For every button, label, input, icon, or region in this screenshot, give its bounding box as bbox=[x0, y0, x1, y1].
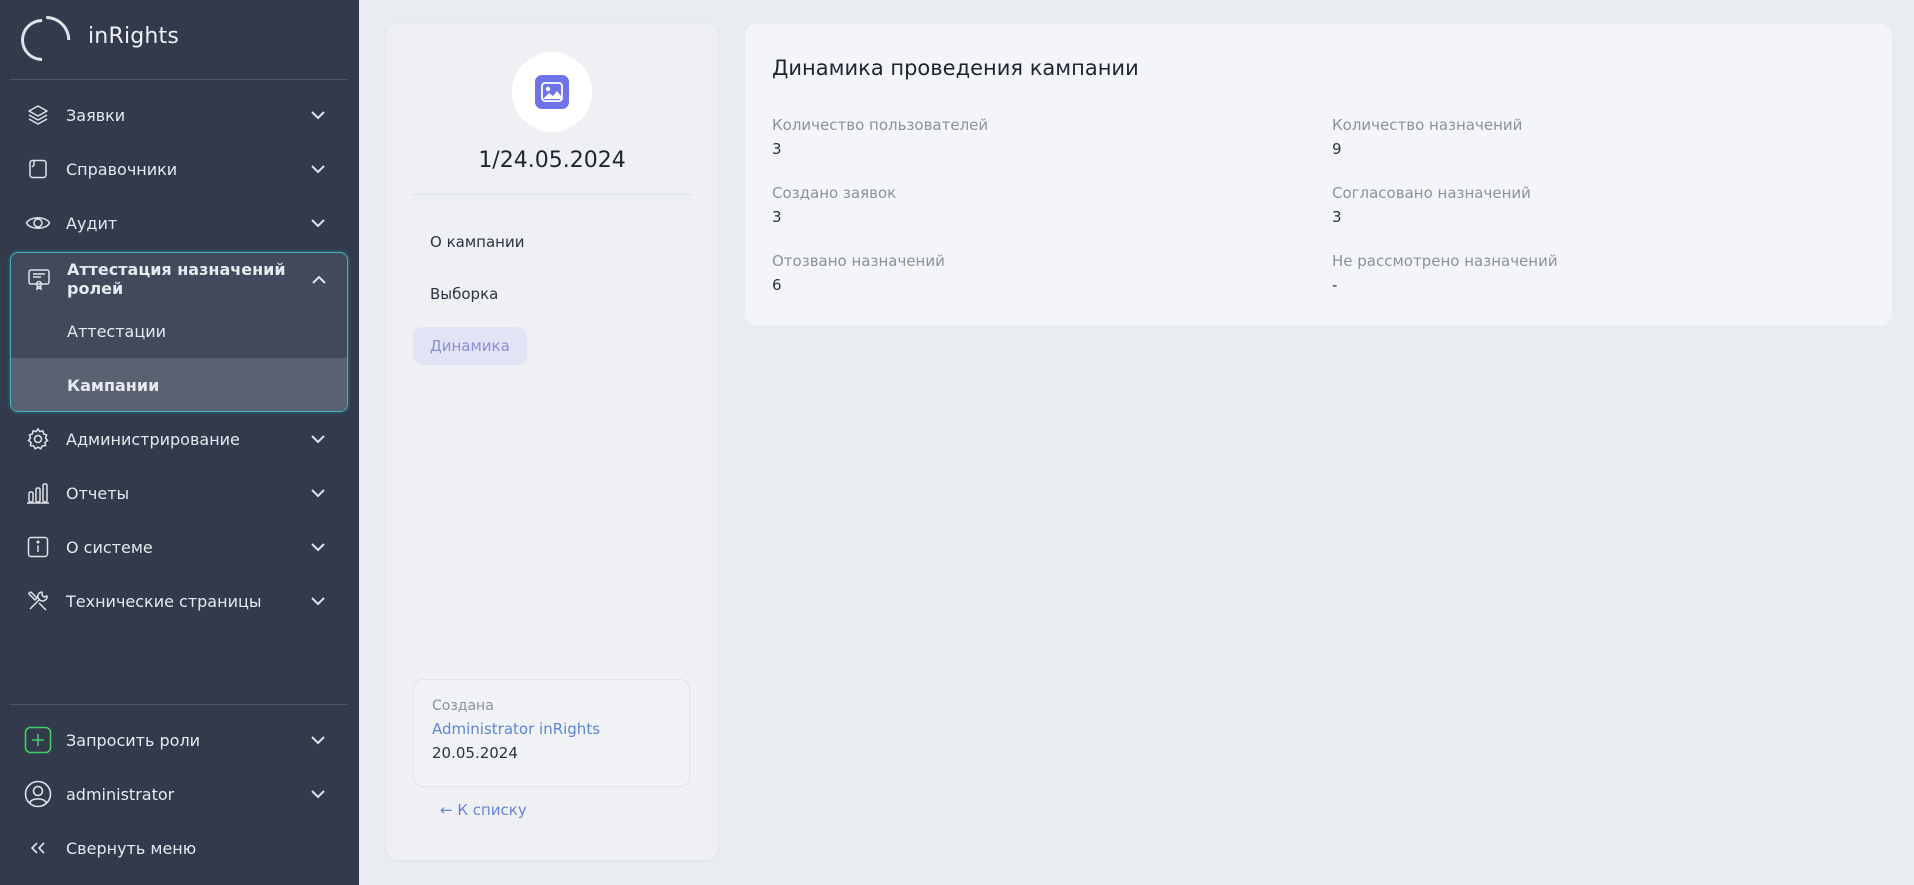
chevron-down-icon bbox=[306, 157, 330, 181]
image-icon bbox=[535, 75, 569, 109]
campaign-panel: 1/24.05.2024 О кампании Выборка Динамика… bbox=[386, 24, 718, 860]
sidebar: inRights Заявки Справочники Аудит Аттест… bbox=[0, 0, 359, 885]
divider bbox=[412, 194, 692, 195]
stat-users-count: Количество пользователей 3 bbox=[772, 116, 988, 158]
stat-assignments-approved: Согласовано назначений 3 bbox=[1332, 184, 1531, 226]
tab-about-campaign[interactable]: О кампании bbox=[413, 223, 541, 261]
created-info-card: Создана Administrator inRights 20.05.202… bbox=[413, 679, 690, 787]
eye-icon bbox=[24, 209, 52, 237]
dynamics-panel: Динамика проведения кампании Количество … bbox=[745, 24, 1892, 326]
sidebar-item-about[interactable]: О системе bbox=[10, 521, 348, 573]
stat-label: Отозвано назначений bbox=[772, 252, 945, 270]
info-icon bbox=[24, 533, 52, 561]
sidebar-item-attestation[interactable]: Аттестация назначений ролей bbox=[11, 253, 347, 305]
divider bbox=[10, 704, 348, 705]
request-roles-label: Запросить роли bbox=[66, 730, 201, 750]
stat-assignments-revoked: Отозвано назначений 6 bbox=[772, 252, 945, 294]
request-roles-button[interactable]: Запросить роли bbox=[10, 714, 348, 766]
chevron-down-icon bbox=[306, 211, 330, 235]
sidebar-subitem-attestations[interactable]: Аттестации bbox=[11, 304, 347, 358]
double-chevron-left-icon bbox=[24, 834, 52, 862]
chevron-down-icon bbox=[306, 481, 330, 505]
collapse-menu-button[interactable]: Свернуть меню bbox=[10, 822, 348, 874]
stat-label: Согласовано назначений bbox=[1332, 184, 1531, 202]
sidebar-subitem-label: Аттестации bbox=[67, 321, 167, 341]
chevron-down-icon bbox=[306, 103, 330, 127]
sidebar-item-label: Аттестация назначений ролей bbox=[67, 260, 286, 298]
created-caption: Создана bbox=[432, 698, 494, 714]
certificate-icon bbox=[25, 265, 53, 293]
tab-sample[interactable]: Выборка bbox=[413, 275, 515, 313]
sidebar-item-label: Администрирование bbox=[66, 429, 240, 449]
sidebar-item-reports[interactable]: Отчеты bbox=[10, 467, 348, 519]
chevron-down-icon bbox=[306, 782, 330, 806]
chevron-down-icon bbox=[306, 427, 330, 451]
sidebar-subitem-campaigns[interactable]: Кампании bbox=[11, 358, 347, 411]
chevron-up-icon bbox=[307, 267, 331, 291]
sidebar-item-label: О системе bbox=[66, 537, 153, 557]
stat-label: Создано заявок bbox=[772, 184, 897, 202]
book-icon bbox=[24, 155, 52, 183]
app-name: inRights bbox=[88, 24, 180, 49]
stat-label: Количество пользователей bbox=[772, 116, 989, 134]
chevron-down-icon bbox=[306, 728, 330, 752]
sidebar-item-audit[interactable]: Аудит bbox=[10, 197, 348, 249]
collapse-menu-label: Свернуть меню bbox=[66, 838, 197, 858]
stat-assignments-count: Количество назначений 9 bbox=[1332, 116, 1522, 158]
sidebar-subitem-label: Кампании bbox=[67, 375, 160, 395]
dynamics-title: Динамика проведения кампании bbox=[772, 56, 1139, 80]
campaign-title: 1/24.05.2024 bbox=[478, 148, 626, 173]
user-name: administrator bbox=[66, 784, 175, 804]
sidebar-item-label: Заявки bbox=[66, 105, 126, 125]
sidebar-item-administration[interactable]: Администрирование bbox=[10, 413, 348, 465]
sidebar-group-attestation: Аттестация назначений ролей Аттестации К… bbox=[10, 252, 348, 412]
stat-assignments-unreviewed: Не рассмотрено назначений - bbox=[1332, 252, 1558, 294]
stat-value: - bbox=[1332, 276, 1338, 294]
sidebar-item-label: Справочники bbox=[66, 159, 178, 179]
sidebar-item-label: Отчеты bbox=[66, 483, 130, 503]
logo-row[interactable]: inRights bbox=[0, 0, 359, 79]
stat-value: 3 bbox=[1332, 208, 1342, 226]
stat-value: 3 bbox=[772, 208, 782, 226]
back-to-list-link[interactable]: ← К списку bbox=[440, 801, 527, 819]
stat-requests-created: Создано заявок 3 bbox=[772, 184, 896, 226]
stat-label: Количество назначений bbox=[1332, 116, 1523, 134]
sidebar-item-directories[interactable]: Справочники bbox=[10, 143, 348, 195]
layers-icon bbox=[24, 101, 52, 129]
sidebar-item-requests[interactable]: Заявки bbox=[10, 89, 348, 141]
created-date: 20.05.2024 bbox=[432, 744, 518, 762]
tab-dynamics[interactable]: Динамика bbox=[413, 327, 527, 365]
sidebar-item-label: Аудит bbox=[66, 213, 118, 233]
stat-value: 9 bbox=[1332, 140, 1342, 158]
user-avatar-icon bbox=[24, 780, 52, 808]
divider bbox=[10, 79, 348, 80]
tools-icon bbox=[24, 587, 52, 615]
chevron-down-icon bbox=[306, 589, 330, 613]
campaign-avatar bbox=[512, 52, 592, 132]
logo-icon bbox=[12, 10, 72, 70]
bar-chart-icon bbox=[24, 479, 52, 507]
plus-icon bbox=[24, 726, 52, 754]
stat-value: 3 bbox=[772, 140, 782, 158]
stat-label: Не рассмотрено назначений bbox=[1332, 252, 1558, 270]
gear-icon bbox=[24, 425, 52, 453]
sidebar-item-technical[interactable]: Технические страницы bbox=[10, 575, 348, 627]
user-menu[interactable]: administrator bbox=[10, 768, 348, 820]
sidebar-item-label: Технические страницы bbox=[66, 591, 262, 611]
stat-value: 6 bbox=[772, 276, 782, 294]
created-author-link[interactable]: Administrator inRights bbox=[432, 720, 671, 738]
chevron-down-icon bbox=[306, 535, 330, 559]
